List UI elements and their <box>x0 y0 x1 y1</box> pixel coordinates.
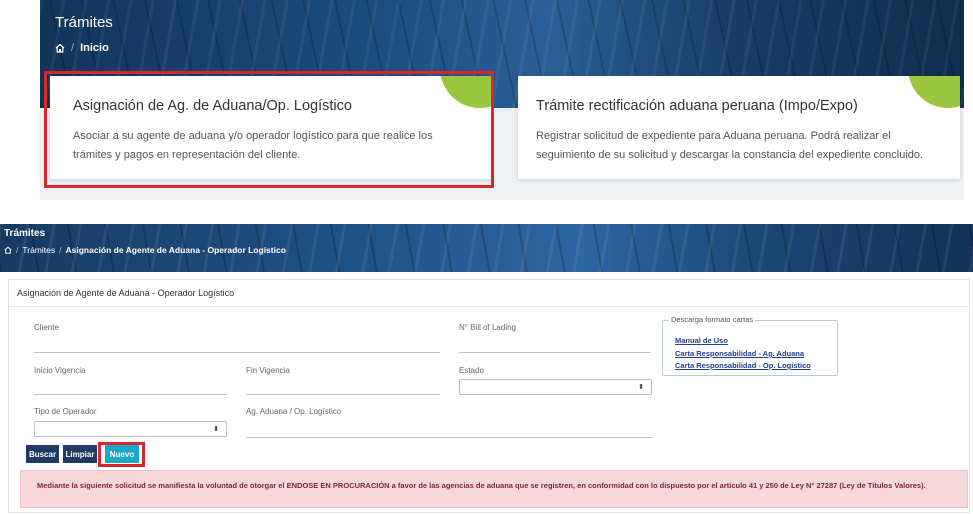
downloads-fieldset: Descarga formato cartas Manual de Uso Ca… <box>662 315 838 376</box>
breadcrumb-current: Asignación de Agente de Aduana - Operado… <box>65 245 286 255</box>
cliente-label: Cliente <box>34 323 59 332</box>
fin-vigencia-input[interactable] <box>246 394 440 395</box>
carta-op-logistico-link[interactable]: Carta Responsabilidad - Op. Logístico <box>675 361 811 370</box>
breadcrumb-tramites[interactable]: Trámites <box>22 245 55 255</box>
alert-text: Mediante la siguiente solicitud se manif… <box>37 481 926 490</box>
bill-of-lading-input[interactable] <box>459 352 651 353</box>
card-rectificacion-aduana[interactable]: Trámite rectificación aduana peruana (Im… <box>518 76 960 179</box>
breadcrumb: / Inicio <box>55 42 109 54</box>
carta-ag-aduana-link[interactable]: Carta Responsabilidad - Ag. Aduana <box>675 349 804 358</box>
home-icon[interactable] <box>55 43 65 53</box>
ag-aduana-input[interactable] <box>246 437 652 438</box>
form-title: Asignación de Agente de Aduana - Operado… <box>17 288 235 298</box>
downloads-legend: Descarga formato cartas <box>669 315 756 324</box>
highlight-box-card <box>44 71 494 188</box>
card-badge <box>908 76 960 108</box>
breadcrumb: / Trámites / Asignación de Agente de Adu… <box>4 245 286 255</box>
fin-vigencia-label: Fin Vigencia <box>246 366 290 375</box>
home-icon[interactable] <box>4 246 12 254</box>
cliente-input[interactable] <box>34 352 440 353</box>
highlight-box-nuevo <box>98 442 145 467</box>
tipo-operador-label: Tipo de Operador <box>34 407 97 416</box>
limpiar-button[interactable]: Limpiar <box>63 445 97 463</box>
endose-alert: Mediante la siguiente solicitud se manif… <box>20 470 968 508</box>
asignacion-form-panel: Trámites / Trámites / Asignación de Agen… <box>0 224 973 514</box>
breadcrumb-current: Inicio <box>80 42 109 54</box>
page-title: Trámites <box>55 14 113 31</box>
page-title: Trámites <box>4 228 46 239</box>
estado-label: Estado <box>459 366 484 375</box>
select-caret-icon: ⬍ <box>213 426 219 433</box>
inicio-vigencia-label: Inicio Vigencia <box>34 366 86 375</box>
tipo-operador-select[interactable]: ⬍ <box>34 421 227 437</box>
manual-de-uso-link[interactable]: Manual de Uso <box>675 336 728 345</box>
buscar-button[interactable]: Buscar <box>26 445 59 463</box>
inicio-vigencia-input[interactable] <box>34 394 227 395</box>
form-header: Asignación de Agente de Aduana - Operado… <box>9 280 969 307</box>
select-caret-icon: ⬍ <box>638 384 644 391</box>
card-title: Trámite rectificación aduana peruana (Im… <box>536 98 858 114</box>
ag-aduana-label: Ag. Aduana / Op. Logístico <box>246 407 342 416</box>
bill-of-lading-label: N° Bill of Lading <box>459 323 517 332</box>
card-description: Registrar solicitud de expediente para A… <box>536 130 924 161</box>
estado-select[interactable]: ⬍ <box>459 379 652 395</box>
